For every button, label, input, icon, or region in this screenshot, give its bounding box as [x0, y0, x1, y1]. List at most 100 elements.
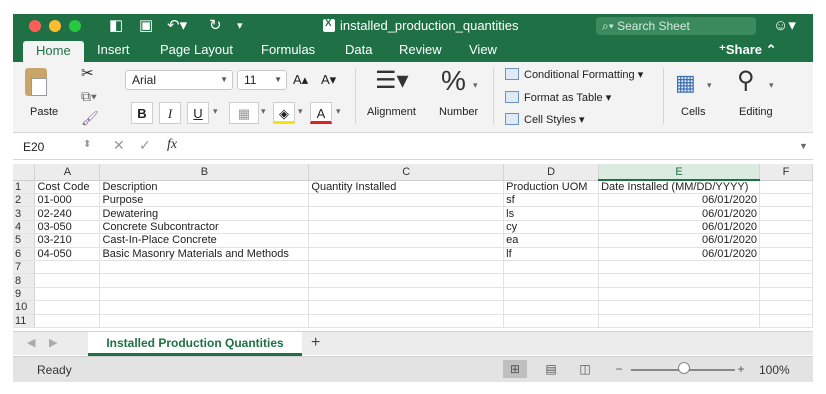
cell-d2[interactable]: sf — [503, 193, 600, 208]
cell-e2[interactable]: 06/01/2020 — [598, 193, 761, 208]
customize-toolbar-icon[interactable]: ▾ — [237, 15, 243, 37]
format-as-table-button[interactable]: Format as Table ▾ — [505, 91, 611, 104]
cell-e1[interactable]: Date Installed (MM/DD/YYYY) — [598, 180, 761, 194]
decrease-font-size-button[interactable]: A▾ — [321, 72, 336, 88]
cell-c9[interactable] — [308, 287, 505, 302]
tab-insert[interactable]: Insert — [97, 42, 130, 57]
row-header[interactable]: 2 — [13, 193, 36, 208]
cell-a7[interactable] — [34, 260, 101, 275]
cell-d8[interactable] — [503, 273, 600, 288]
select-all-corner[interactable] — [13, 164, 36, 181]
cell-b10[interactable] — [99, 300, 310, 315]
expand-formula-bar-icon[interactable]: ▼ — [799, 141, 808, 151]
cell-a8[interactable] — [34, 273, 101, 288]
font-name-select[interactable]: Arial ▼ — [125, 70, 233, 90]
sidebar-toggle-icon[interactable]: ◧ — [109, 15, 123, 37]
redo-icon[interactable]: ↻ — [209, 15, 222, 37]
cell-b7[interactable] — [99, 260, 310, 275]
column-header-c[interactable]: C — [308, 164, 505, 181]
cell-b1[interactable]: Description — [99, 180, 310, 194]
row-header[interactable]: 10 — [13, 300, 36, 315]
row-header[interactable]: 9 — [13, 287, 36, 302]
cell-b5[interactable]: Cast-In-Place Concrete — [99, 233, 310, 248]
cell-c10[interactable] — [308, 300, 505, 315]
page-break-view-button[interactable]: ◫ — [573, 360, 597, 378]
tab-data[interactable]: Data — [345, 42, 372, 57]
cell-f5[interactable] — [759, 233, 813, 248]
column-header-e[interactable]: E — [598, 164, 761, 181]
conditional-formatting-button[interactable]: Conditional Formatting ▾ — [505, 68, 643, 81]
borders-dropdown-icon[interactable]: ▾ — [261, 106, 266, 117]
minimize-window-button[interactable] — [49, 20, 61, 32]
cell-b2[interactable]: Purpose — [99, 193, 310, 208]
cell-a2[interactable]: 01-000 — [34, 193, 101, 208]
row-header[interactable]: 5 — [13, 233, 36, 248]
number-label[interactable]: Number — [439, 106, 478, 118]
cell-e10[interactable] — [598, 300, 761, 315]
worksheet-grid[interactable]: A B C D E F 1 Cost Code Description Quantit… — [13, 164, 813, 328]
cell-c11[interactable] — [308, 314, 505, 328]
font-color-button[interactable]: A — [310, 102, 332, 124]
cell-f7[interactable] — [759, 260, 813, 275]
cell-b4[interactable]: Concrete Subcontractor — [99, 220, 310, 235]
cell-a11[interactable] — [34, 314, 101, 328]
cell-a3[interactable]: 02-240 — [34, 206, 101, 221]
sheet-tab-installed-production-quantities[interactable]: Installed Production Quantities — [88, 332, 302, 356]
italic-button[interactable]: I — [159, 102, 181, 124]
cell-e9[interactable] — [598, 287, 761, 302]
cell-f2[interactable] — [759, 193, 813, 208]
add-sheet-button[interactable]: + — [311, 334, 320, 352]
cell-e5[interactable]: 06/01/2020 — [598, 233, 761, 248]
zoom-out-button[interactable]: − — [607, 360, 631, 378]
column-header-f[interactable]: F — [759, 164, 813, 181]
row-header[interactable]: 1 — [13, 180, 36, 194]
cell-f4[interactable] — [759, 220, 813, 235]
row-header[interactable]: 3 — [13, 206, 36, 221]
cell-f3[interactable] — [759, 206, 813, 221]
cell-d4[interactable]: cy — [503, 220, 600, 235]
fill-color-dropdown-icon[interactable]: ▾ — [298, 106, 303, 117]
cell-e4[interactable]: 06/01/2020 — [598, 220, 761, 235]
alignment-icon[interactable]: ☰▾ — [375, 66, 409, 96]
cell-b11[interactable] — [99, 314, 310, 328]
cell-b3[interactable]: Dewatering — [99, 206, 310, 221]
cell-b6[interactable]: Basic Masonry Materials and Methods — [99, 247, 310, 261]
cancel-icon[interactable]: ✕ — [113, 137, 125, 154]
cell-d11[interactable] — [503, 314, 600, 328]
cell-c5[interactable] — [308, 233, 505, 248]
cell-a9[interactable] — [34, 287, 101, 302]
paste-icon[interactable] — [25, 68, 47, 96]
function-icon[interactable]: fx — [167, 137, 177, 153]
cell-e11[interactable] — [598, 314, 761, 328]
cell-f8[interactable] — [759, 273, 813, 288]
share-button[interactable]: ⁺Share ⌃ — [719, 42, 777, 58]
find-icon[interactable]: ⚲ — [737, 66, 755, 96]
cut-icon[interactable]: ✂ — [81, 64, 94, 82]
row-header[interactable]: 11 — [13, 314, 36, 328]
close-window-button[interactable] — [29, 20, 41, 32]
column-header-b[interactable]: B — [99, 164, 310, 181]
borders-button[interactable]: ▦ — [229, 102, 259, 124]
zoom-in-button[interactable]: + — [729, 360, 753, 378]
cell-c7[interactable] — [308, 260, 505, 275]
cell-c2[interactable] — [308, 193, 505, 208]
cell-c4[interactable] — [308, 220, 505, 235]
font-size-select[interactable]: 11 ▼ — [237, 70, 287, 90]
row-header[interactable]: 6 — [13, 247, 36, 261]
previous-sheet-icon[interactable]: ◀ — [27, 336, 35, 349]
underline-dropdown-icon[interactable]: ▾ — [213, 106, 218, 117]
next-sheet-icon[interactable]: ▶ — [49, 336, 57, 349]
row-header[interactable]: 7 — [13, 260, 36, 275]
zoom-slider-knob[interactable] — [678, 362, 690, 374]
cell-d6[interactable]: lf — [503, 247, 600, 261]
cell-a6[interactable]: 04-050 — [34, 247, 101, 261]
cell-f9[interactable] — [759, 287, 813, 302]
cells-dropdown-icon[interactable]: ▾ — [707, 80, 712, 91]
cell-e7[interactable] — [598, 260, 761, 275]
alignment-label[interactable]: Alignment — [367, 106, 416, 118]
column-header-a[interactable]: A — [34, 164, 101, 181]
cell-b8[interactable] — [99, 273, 310, 288]
cell-c6[interactable] — [308, 247, 505, 261]
enter-icon[interactable]: ✓ — [139, 137, 151, 154]
editing-label[interactable]: Editing — [739, 106, 773, 118]
